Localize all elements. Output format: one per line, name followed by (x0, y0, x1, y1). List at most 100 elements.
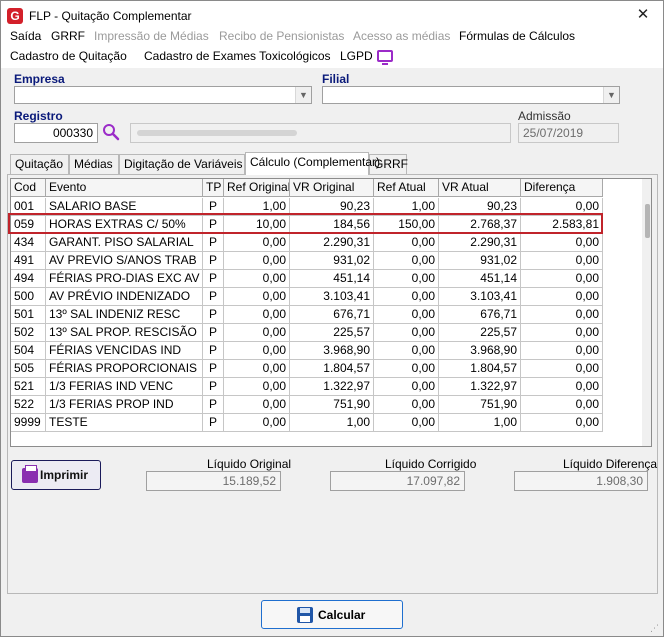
table-cell[interactable]: 0,00 (374, 342, 439, 360)
table-cell[interactable]: 0,00 (224, 270, 290, 288)
column-header[interactable]: Cod (11, 179, 46, 197)
table-cell[interactable]: 1.322,97 (290, 378, 374, 396)
table-cell[interactable]: 90,23 (439, 198, 521, 216)
table-cell[interactable]: 0,00 (521, 288, 603, 306)
empresa-select[interactable]: ▼ (14, 86, 312, 104)
menu-grrf[interactable]: GRRF (51, 29, 85, 43)
table-cell[interactable]: 3.103,41 (290, 288, 374, 306)
table-cell[interactable]: 0,00 (224, 342, 290, 360)
table-cell[interactable]: 500 (11, 288, 46, 306)
table-cell[interactable]: 0,00 (224, 306, 290, 324)
table-cell[interactable]: 10,00 (224, 216, 290, 234)
table-cell[interactable]: 001 (11, 198, 46, 216)
close-icon[interactable]: ✕ (629, 3, 657, 27)
table-cell[interactable]: 751,90 (439, 396, 521, 414)
menu-acesso-medias[interactable]: Acesso as médias (353, 29, 450, 43)
table-cell[interactable]: 0,00 (521, 342, 603, 360)
table-cell[interactable]: FÉRIAS VENCIDAS IND (46, 342, 203, 360)
table-cell[interactable]: 0,00 (521, 396, 603, 414)
table-cell[interactable]: 13º SAL PROP. RESCISÃO (46, 324, 203, 342)
menu-formulas-calculos[interactable]: Fórmulas de Cálculos (459, 29, 575, 43)
tab-medias[interactable]: Médias (69, 154, 119, 174)
column-header[interactable]: VR Original (290, 179, 374, 197)
table-cell[interactable]: 90,23 (290, 198, 374, 216)
table-cell[interactable]: P (203, 414, 224, 432)
table-cell[interactable]: P (203, 324, 224, 342)
table-cell[interactable]: 13º SAL INDENIZ RESC (46, 306, 203, 324)
table-cell[interactable]: 502 (11, 324, 46, 342)
column-header[interactable]: Diferença (521, 179, 603, 197)
table-cell[interactable]: 434 (11, 234, 46, 252)
table-cell[interactable]: P (203, 234, 224, 252)
table-cell[interactable]: AV PRÉVIO INDENIZADO (46, 288, 203, 306)
table-cell[interactable]: 9999 (11, 414, 46, 432)
table-cell[interactable]: 676,71 (290, 306, 374, 324)
table-cell[interactable]: 059 (11, 216, 46, 234)
table-cell[interactable]: GARANT. PISO SALARIAL (46, 234, 203, 252)
table-cell[interactable]: 2.290,31 (290, 234, 374, 252)
table-cell[interactable]: 504 (11, 342, 46, 360)
table-cell[interactable]: 225,57 (290, 324, 374, 342)
table-cell[interactable]: 3.968,90 (290, 342, 374, 360)
table-cell[interactable]: 491 (11, 252, 46, 270)
table-cell[interactable]: 501 (11, 306, 46, 324)
table-cell[interactable]: P (203, 306, 224, 324)
table-cell[interactable]: AV PREVIO S/ANOS TRAB (46, 252, 203, 270)
table-cell[interactable]: 0,00 (521, 414, 603, 432)
column-header[interactable]: Ref Atual (374, 179, 439, 197)
events-grid[interactable]: Cod Evento TP Ref Original VR Original Ref At… (10, 178, 652, 447)
table-cell[interactable]: 3.968,90 (439, 342, 521, 360)
table-cell[interactable]: 0,00 (521, 270, 603, 288)
table-cell[interactable]: 0,00 (374, 306, 439, 324)
table-cell[interactable]: 505 (11, 360, 46, 378)
table-cell[interactable]: 150,00 (374, 216, 439, 234)
table-cell[interactable]: P (203, 360, 224, 378)
table-cell[interactable]: 0,00 (224, 324, 290, 342)
table-cell[interactable]: 0,00 (374, 270, 439, 288)
table-cell[interactable]: 1,00 (439, 414, 521, 432)
chevron-down-icon[interactable]: ▼ (603, 87, 619, 103)
table-cell[interactable]: 0,00 (224, 288, 290, 306)
column-header[interactable]: TP (203, 179, 224, 197)
filial-select[interactable]: ▼ (322, 86, 620, 104)
table-cell[interactable]: 0,00 (521, 306, 603, 324)
table-cell[interactable]: 0,00 (521, 198, 603, 216)
monitor-icon[interactable] (377, 50, 393, 65)
scrollbar-thumb[interactable] (645, 204, 650, 238)
table-cell[interactable]: P (203, 270, 224, 288)
table-cell[interactable]: 751,90 (290, 396, 374, 414)
table-cell[interactable]: 1/3 FERIAS PROP IND (46, 396, 203, 414)
table-cell[interactable]: 2.768,37 (439, 216, 521, 234)
column-header[interactable]: Evento (46, 179, 203, 197)
table-cell[interactable]: 2.290,31 (439, 234, 521, 252)
table-cell[interactable]: 0,00 (224, 396, 290, 414)
table-cell[interactable]: 676,71 (439, 306, 521, 324)
table-cell[interactable]: P (203, 198, 224, 216)
table-cell[interactable]: 3.103,41 (439, 288, 521, 306)
table-cell[interactable]: 1,00 (290, 414, 374, 432)
table-cell[interactable]: 931,02 (439, 252, 521, 270)
table-cell[interactable]: FÉRIAS PROPORCIONAIS (46, 360, 203, 378)
table-cell[interactable]: 0,00 (374, 234, 439, 252)
registro-input[interactable]: 000330 (14, 123, 98, 143)
table-cell[interactable]: SALARIO BASE (46, 198, 203, 216)
chevron-down-icon[interactable]: ▼ (295, 87, 311, 103)
table-cell[interactable]: P (203, 216, 224, 234)
table-cell[interactable]: 2.583,81 (521, 216, 603, 234)
menu-saida[interactable]: Saída (10, 29, 41, 43)
table-cell[interactable]: 0,00 (521, 234, 603, 252)
table-cell[interactable]: 0,00 (521, 252, 603, 270)
column-header[interactable]: Ref Original (224, 179, 290, 197)
table-cell[interactable]: 1.322,97 (439, 378, 521, 396)
table-cell[interactable]: 931,02 (290, 252, 374, 270)
print-button[interactable]: Imprimir (11, 460, 101, 490)
table-cell[interactable]: 0,00 (224, 360, 290, 378)
table-cell[interactable]: 225,57 (439, 324, 521, 342)
table-cell[interactable]: 1.804,57 (439, 360, 521, 378)
table-cell[interactable]: 522 (11, 396, 46, 414)
table-cell[interactable]: 0,00 (521, 360, 603, 378)
table-cell[interactable]: 0,00 (374, 378, 439, 396)
menu-lgpd[interactable]: LGPD (340, 49, 373, 63)
table-cell[interactable]: 451,14 (439, 270, 521, 288)
table-cell[interactable]: 494 (11, 270, 46, 288)
